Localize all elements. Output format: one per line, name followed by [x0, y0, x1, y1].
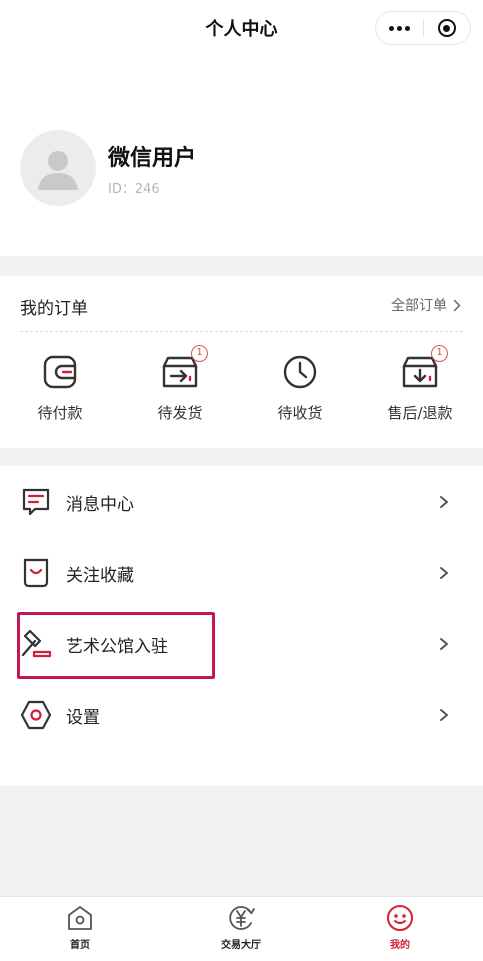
tab-trading-hall[interactable]: 交易大厅 [191, 903, 291, 951]
yuan-exchange-icon [229, 906, 255, 930]
order-label: 售后/退款 [387, 404, 453, 422]
menu-label: 关注收藏 [66, 565, 134, 586]
nav-bar: 个人中心 [0, 0, 483, 56]
clock-icon [283, 355, 317, 389]
orders-title: 我的订单 [20, 299, 88, 319]
chevron-right-icon [453, 299, 461, 311]
order-pending-shipment[interactable]: 1 待发货 [120, 345, 240, 423]
tab-bar: 首页 交易大厅 我的 [0, 896, 483, 961]
tab-label: 交易大厅 [221, 940, 261, 951]
order-pending-receipt[interactable]: 待收货 [240, 354, 360, 423]
menu-list: 消息中心 关注收藏 艺术公馆入驻 设置 [0, 466, 483, 786]
target-icon [437, 19, 456, 37]
order-after-sales[interactable]: 1 售后/退款 [360, 345, 480, 423]
menu-label: 艺术公馆入驻 [66, 636, 168, 657]
settings-icon [20, 700, 52, 730]
menu-item-settings[interactable]: 设置 [0, 685, 483, 745]
chevron-right-icon [440, 638, 448, 650]
page-title: 个人中心 [205, 19, 278, 40]
tab-label: 我的 [390, 940, 410, 951]
menu-item-art-house-join[interactable]: 艺术公馆入驻 [0, 614, 483, 674]
order-label: 待发货 [157, 404, 203, 422]
gavel-icon [21, 629, 52, 658]
more-dots-icon [388, 25, 410, 31]
menu-label: 设置 [66, 707, 100, 728]
chevron-right-icon [440, 496, 448, 508]
menu-item-messages[interactable]: 消息中心 [0, 472, 483, 532]
badge-count: 1 [431, 345, 448, 362]
order-label: 待收货 [277, 404, 323, 422]
tab-mine[interactable]: 我的 [350, 903, 450, 951]
wallet-icon [43, 355, 77, 389]
message-icon [22, 488, 50, 516]
more-button[interactable] [376, 12, 423, 44]
order-label: 待付款 [37, 404, 83, 422]
all-orders-label: 全部订单 [391, 298, 447, 314]
tab-label: 首页 [70, 940, 90, 951]
my-orders-card: 我的订单 全部订单 待付款 1 待发货 待收货 1 售后/退款 [0, 276, 483, 448]
orders-divider [20, 331, 463, 332]
tab-home[interactable]: 首页 [30, 903, 130, 951]
order-pending-payment[interactable]: 待付款 [0, 354, 120, 423]
close-mini-program-button[interactable] [424, 12, 471, 44]
badge-count: 1 [191, 345, 208, 362]
menu-label: 消息中心 [66, 494, 134, 515]
all-orders-link[interactable]: 全部订单 [391, 295, 461, 315]
menu-item-favorites[interactable]: 关注收藏 [0, 543, 483, 603]
user-avatar-icon [38, 151, 78, 190]
home-icon [68, 906, 92, 930]
chevron-right-icon [440, 709, 448, 721]
smiley-icon [387, 905, 413, 931]
mini-program-capsule [375, 11, 471, 45]
favorite-icon [23, 558, 49, 588]
chevron-right-icon [440, 567, 448, 579]
user-name: 微信用户 [108, 146, 197, 171]
avatar[interactable] [20, 130, 96, 206]
profile-section: 微信用户 ID：246 [0, 56, 483, 256]
user-id: ID：246 [108, 182, 160, 197]
